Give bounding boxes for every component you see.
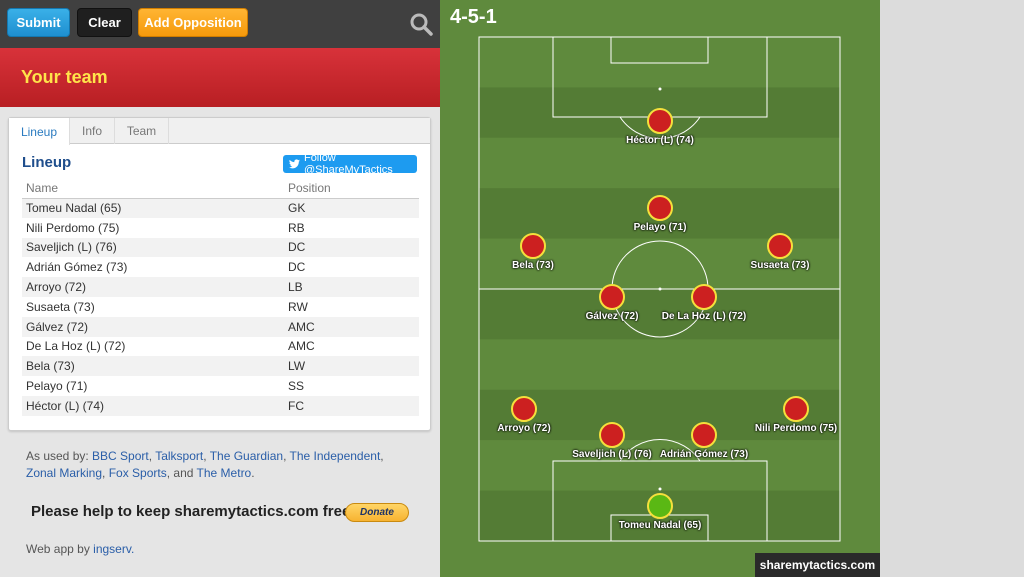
team-banner: Your team: [0, 48, 440, 107]
table-row: Bela (73) LW: [22, 356, 419, 377]
tab-lineup[interactable]: Lineup: [9, 118, 70, 145]
tab-bar: Lineup Info Team: [9, 118, 430, 145]
used-by-link[interactable]: Zonal Marking: [26, 466, 102, 480]
donate-button[interactable]: Donate: [345, 503, 409, 522]
player-position-cell: DC: [288, 260, 306, 275]
player-position-cell: SS: [288, 379, 305, 394]
player-label: Susaeta (73): [750, 260, 810, 271]
player-marker: [691, 422, 717, 448]
twitter-follow-button[interactable]: Follow @ShareMyTactics: [283, 152, 417, 176]
player-label: Pelayo (71): [633, 222, 687, 233]
player-token[interactable]: Héctor (L) (74): [600, 108, 720, 152]
player-name-cell: Nili Perdomo (75): [26, 220, 120, 235]
player-marker: [691, 284, 717, 310]
table-row: Saveljich (L) (76) DC: [22, 237, 419, 258]
lineup-table: Name Position Tomeu Nadal (65) GK Nili Per…: [22, 178, 419, 416]
player-label: Tomeu Nadal (65): [618, 520, 702, 531]
column-header-position: Position: [284, 178, 419, 199]
used-by-link[interactable]: The Metro: [197, 466, 252, 480]
table-row: De La Hoz (L) (72) AMC: [22, 337, 419, 357]
add-opposition-button[interactable]: Add Opposition: [138, 8, 248, 37]
player-position-cell: DC: [284, 237, 419, 258]
used-by-text: As used by: BBC Sport, Talksport, The Gu…: [26, 449, 384, 480]
watermark: sharemytactics.com: [755, 553, 880, 577]
right-margin: [880, 0, 1024, 577]
credit-text: Web app by ingserv.: [26, 542, 134, 556]
player-name-cell: Saveljich (L) (76): [22, 237, 284, 258]
used-by-link[interactable]: Fox Sports: [109, 466, 167, 480]
player-position-cell: GK: [284, 198, 419, 218]
player-position-cell: LW: [284, 356, 419, 377]
player-position-cell: AMC: [284, 316, 419, 337]
player-marker: [647, 108, 673, 134]
player-position-cell: RB: [288, 220, 305, 235]
player-label: Héctor (L) (74): [626, 135, 694, 146]
search-icon[interactable]: [409, 12, 433, 36]
player-name-cell: Susaeta (73): [26, 299, 95, 314]
used-by-link[interactable]: Talksport: [155, 449, 203, 463]
table-row: Héctor (L) (74) FC: [22, 395, 419, 416]
table-row: Arroyo (72) LB: [22, 277, 419, 297]
left-panel: Submit Clear Add Opposition Your team Li…: [0, 0, 440, 577]
used-by-and: , and: [166, 466, 197, 480]
player-marker: [520, 233, 546, 259]
player-marker: [767, 233, 793, 259]
player-marker: [647, 195, 673, 221]
player-marker: [599, 422, 625, 448]
player-marker: [599, 284, 625, 310]
table-row: Adrián Gómez (73) DC: [22, 257, 419, 277]
lineup-card: Lineup Info Team Lineup Follow @ShareMyT…: [8, 117, 431, 431]
toolbar: Submit Clear Add Opposition: [0, 0, 440, 48]
player-token[interactable]: Susaeta (73): [720, 233, 840, 277]
player-token[interactable]: Bela (73): [473, 233, 593, 277]
used-by-link[interactable]: The Guardian: [210, 449, 283, 463]
submit-button[interactable]: Submit: [7, 8, 70, 37]
credit-link[interactable]: ingserv.: [93, 542, 134, 556]
player-name-cell: Tomeu Nadal (65): [22, 198, 284, 218]
tab-team[interactable]: Team: [115, 118, 169, 144]
player-position-cell: AMC: [288, 339, 315, 354]
column-header-name: Name: [22, 178, 284, 199]
player-token[interactable]: Tomeu Nadal (65): [600, 493, 720, 537]
player-position-cell: FC: [284, 395, 419, 416]
tab-info[interactable]: Info: [70, 118, 115, 144]
player-position-cell: LB: [284, 277, 419, 297]
banner-title: Your team: [21, 67, 108, 87]
table-row: Pelayo (71) SS: [22, 376, 419, 396]
player-label: Bela (73): [512, 260, 554, 271]
player-token[interactable]: De La Hoz (L) (72): [644, 284, 764, 328]
help-text: Please help to keep sharemytactics.com f…: [31, 503, 351, 520]
player-label: De La Hoz (L) (72): [661, 311, 747, 322]
player-name-cell: Arroyo (72): [22, 277, 284, 297]
player-name-cell: Héctor (L) (74): [22, 395, 284, 416]
player-token[interactable]: Pelayo (71): [600, 195, 720, 239]
table-row: Susaeta (73) RW: [22, 297, 419, 317]
goalkeeper-marker: [647, 493, 673, 519]
player-marker: [511, 396, 537, 422]
table-header-row: Name Position: [22, 178, 419, 199]
player-position-cell: RW: [288, 299, 308, 314]
used-by-link[interactable]: BBC Sport: [92, 449, 149, 463]
tactics-pitch: 4-5-1 Héctor (L) (74) Pelayo (71) Bela (73…: [440, 0, 880, 577]
used-by-prefix: As used by:: [26, 449, 93, 463]
table-row: Nili Perdomo (75) RB: [22, 218, 419, 238]
credit-prefix: Web app by: [26, 542, 94, 556]
table-row: Gálvez (72) AMC: [22, 316, 419, 337]
player-label: Adrián Gómez (73): [659, 449, 749, 460]
player-name-cell: Bela (73): [22, 356, 284, 377]
player-name-cell: Pelayo (71): [26, 379, 88, 394]
table-row: Tomeu Nadal (65) GK: [22, 198, 419, 218]
twitter-bird-icon: [289, 159, 300, 169]
player-name-cell: Gálvez (72): [22, 316, 284, 337]
player-token[interactable]: Adrián Gómez (73): [644, 422, 764, 466]
player-name-cell: De La Hoz (L) (72): [26, 339, 126, 354]
player-name-cell: Adrián Gómez (73): [26, 260, 128, 275]
clear-button[interactable]: Clear: [77, 8, 132, 37]
lineup-heading: Lineup: [22, 154, 72, 171]
used-by-link[interactable]: The Independent: [290, 449, 381, 463]
player-marker: [783, 396, 809, 422]
formation-label: 4-5-1: [450, 6, 497, 28]
follow-label: Follow @ShareMyTactics: [303, 152, 393, 176]
